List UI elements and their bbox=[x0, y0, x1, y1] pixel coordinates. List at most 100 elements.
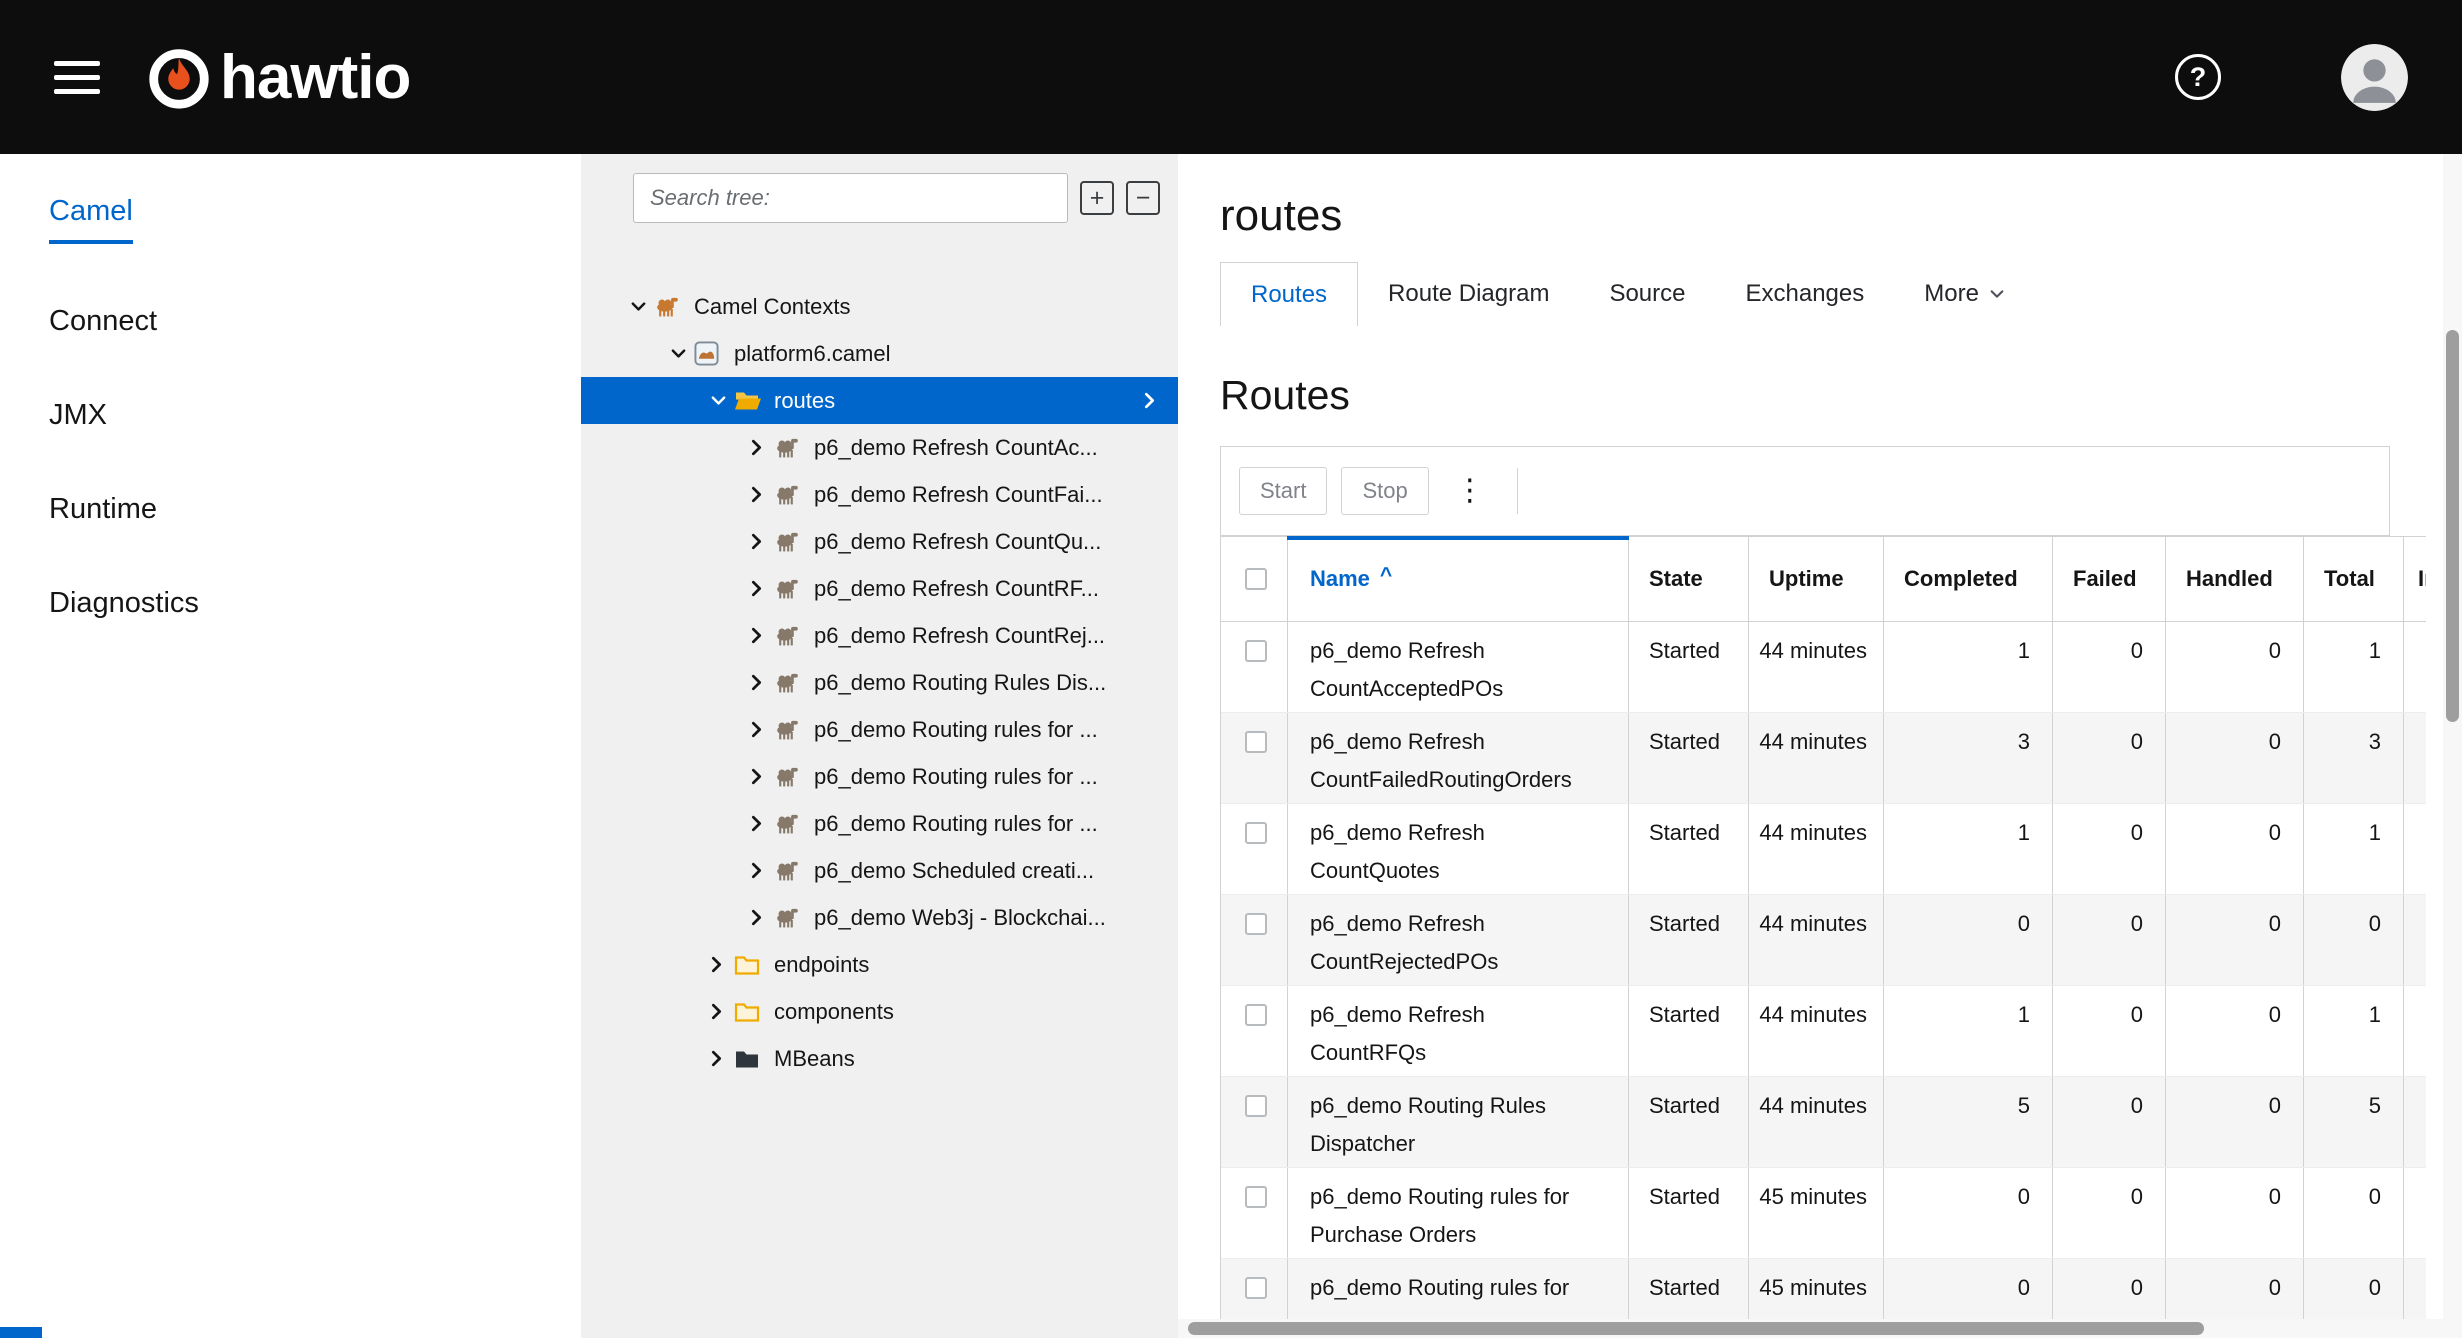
table-row[interactable]: p6_demo Refresh CountRejectedPOs Started… bbox=[1221, 895, 2426, 986]
sidebar-item-camel[interactable]: Camel bbox=[49, 194, 133, 244]
tab-more[interactable]: More bbox=[1894, 262, 2035, 326]
chevron-right-icon[interactable] bbox=[750, 720, 774, 739]
tree-node[interactable]: components bbox=[581, 988, 1178, 1035]
row-checkbox[interactable] bbox=[1245, 731, 1267, 753]
bottom-left-accent bbox=[0, 1327, 42, 1338]
row-checkbox[interactable] bbox=[1245, 913, 1267, 935]
tab-exchanges[interactable]: Exchanges bbox=[1716, 262, 1895, 326]
chevron-right-icon[interactable] bbox=[750, 438, 774, 457]
column-header-name[interactable]: Name^ bbox=[1288, 537, 1629, 621]
column-header-handled[interactable]: Handled bbox=[2166, 537, 2304, 621]
tree-node[interactable]: p6_demo Refresh CountRF... bbox=[581, 565, 1178, 612]
tree-node[interactable]: p6_demo Refresh CountFai... bbox=[581, 471, 1178, 518]
tree-node[interactable]: p6_demo Web3j - Blockchai... bbox=[581, 894, 1178, 941]
row-checkbox[interactable] bbox=[1245, 822, 1267, 844]
tree-node-label: p6_demo Refresh CountQu... bbox=[814, 529, 1101, 555]
chevron-right-icon[interactable] bbox=[750, 532, 774, 551]
chevron-right-icon[interactable] bbox=[710, 1049, 734, 1068]
cell-failed: 0 bbox=[2053, 804, 2166, 894]
cell-checkbox bbox=[1221, 895, 1288, 985]
tree-node[interactable]: p6_demo Routing rules for ... bbox=[581, 753, 1178, 800]
column-header-uptime[interactable]: Uptime bbox=[1749, 537, 1884, 621]
sidebar-item-connect[interactable]: Connect bbox=[49, 304, 157, 338]
chevron-right-icon[interactable] bbox=[710, 1002, 734, 1021]
app-logo[interactable]: hawtio bbox=[144, 42, 410, 113]
tree-node[interactable]: endpoints bbox=[581, 941, 1178, 988]
row-checkbox[interactable] bbox=[1245, 640, 1267, 662]
table-row[interactable]: p6_demo Refresh CountAcceptedPOs Started… bbox=[1221, 622, 2426, 713]
table-row[interactable]: p6_demo Routing rules for Purchase Order… bbox=[1221, 1168, 2426, 1259]
sidebar-item-diagnostics[interactable]: Diagnostics bbox=[49, 586, 199, 620]
vertical-scrollbar[interactable] bbox=[2443, 154, 2462, 1338]
tree-node[interactable]: p6_demo Routing Rules Dis... bbox=[581, 659, 1178, 706]
horizontal-scrollbar-thumb[interactable] bbox=[1188, 1322, 2204, 1335]
table-row[interactable]: p6_demo Routing rules for Started 45 min… bbox=[1221, 1259, 2426, 1322]
folder-open-icon bbox=[734, 389, 768, 412]
column-header-failed[interactable]: Failed bbox=[2053, 537, 2166, 621]
chevron-down-icon[interactable] bbox=[630, 300, 654, 313]
kebab-menu-button[interactable]: ⋮ bbox=[1443, 476, 1497, 506]
chevron-right-icon[interactable] bbox=[750, 908, 774, 927]
column-header-completed[interactable]: Completed bbox=[1884, 537, 2053, 621]
route-icon bbox=[774, 483, 808, 506]
start-button[interactable]: Start bbox=[1239, 467, 1327, 515]
chevron-right-icon[interactable] bbox=[750, 485, 774, 504]
search-tree-input[interactable] bbox=[633, 173, 1068, 223]
cell-total: 1 bbox=[2304, 622, 2404, 712]
tree-node[interactable]: Camel Contexts bbox=[581, 283, 1178, 330]
tree-node[interactable]: p6_demo Refresh CountRej... bbox=[581, 612, 1178, 659]
row-checkbox[interactable] bbox=[1245, 1277, 1267, 1299]
cell-total: 0 bbox=[2304, 1168, 2404, 1258]
tree-node[interactable]: p6_demo Refresh CountAc... bbox=[581, 424, 1178, 471]
column-header-total[interactable]: Total bbox=[2304, 537, 2404, 621]
table-row[interactable]: p6_demo Refresh CountQuotes Started 44 m… bbox=[1221, 804, 2426, 895]
cell-state: Started bbox=[1629, 1259, 1749, 1322]
row-checkbox[interactable] bbox=[1245, 1004, 1267, 1026]
tab-routes[interactable]: Routes bbox=[1220, 262, 1358, 326]
help-icon[interactable]: ? bbox=[2175, 54, 2221, 100]
chevron-right-icon[interactable] bbox=[750, 626, 774, 645]
tree-node-label: p6_demo Refresh CountRej... bbox=[814, 623, 1105, 649]
chevron-down-icon[interactable] bbox=[710, 394, 734, 407]
tree-node[interactable]: routes bbox=[581, 377, 1178, 424]
column-header-inflight[interactable]: Inflight bbox=[2404, 537, 2426, 621]
cell-name: p6_demo Refresh CountFailedRoutingOrders bbox=[1288, 713, 1629, 803]
chevron-right-icon[interactable] bbox=[750, 814, 774, 833]
table-row[interactable]: p6_demo Routing Rules Dispatcher Started… bbox=[1221, 1077, 2426, 1168]
tree-node[interactable]: MBeans bbox=[581, 1035, 1178, 1082]
tree-node[interactable]: p6_demo Scheduled creati... bbox=[581, 847, 1178, 894]
chevron-right-icon[interactable] bbox=[750, 861, 774, 880]
tree-node[interactable]: p6_demo Refresh CountQu... bbox=[581, 518, 1178, 565]
table-row[interactable]: p6_demo Refresh CountFailedRoutingOrders… bbox=[1221, 713, 2426, 804]
chevron-down-icon[interactable] bbox=[670, 347, 694, 360]
sidebar-item-runtime[interactable]: Runtime bbox=[49, 492, 157, 526]
select-all-checkbox[interactable] bbox=[1245, 568, 1267, 590]
tree-node[interactable]: platform6.camel bbox=[581, 330, 1178, 377]
tab-source[interactable]: Source bbox=[1579, 262, 1715, 326]
chevron-right-icon[interactable] bbox=[750, 767, 774, 786]
cell-total: 0 bbox=[2304, 895, 2404, 985]
stop-button[interactable]: Stop bbox=[1341, 467, 1428, 515]
chevron-right-icon[interactable] bbox=[750, 579, 774, 598]
collapse-all-button[interactable]: − bbox=[1126, 181, 1160, 215]
tree-node[interactable]: p6_demo Routing rules for ... bbox=[581, 800, 1178, 847]
vertical-scrollbar-thumb[interactable] bbox=[2446, 330, 2459, 722]
table-row[interactable]: p6_demo Refresh CountRFQs Started 44 min… bbox=[1221, 986, 2426, 1077]
chevron-right-icon[interactable] bbox=[750, 673, 774, 692]
row-checkbox[interactable] bbox=[1245, 1095, 1267, 1117]
expand-all-button[interactable]: + bbox=[1080, 181, 1114, 215]
tab-route-diagram[interactable]: Route Diagram bbox=[1358, 262, 1579, 326]
user-avatar[interactable] bbox=[2341, 44, 2408, 111]
tree-node[interactable]: p6_demo Routing rules for ... bbox=[581, 706, 1178, 753]
horizontal-scrollbar[interactable] bbox=[1178, 1319, 2443, 1338]
sidebar-item-jmx[interactable]: JMX bbox=[49, 398, 107, 432]
cell-inflight bbox=[2404, 895, 2426, 985]
column-header-state[interactable]: State bbox=[1629, 537, 1749, 621]
row-checkbox[interactable] bbox=[1245, 1186, 1267, 1208]
menu-toggle-button[interactable] bbox=[54, 61, 100, 94]
cell-uptime: 44 minutes bbox=[1749, 895, 1884, 985]
chevron-right-icon[interactable] bbox=[710, 955, 734, 974]
cell-checkbox bbox=[1221, 1168, 1288, 1258]
route-icon bbox=[774, 671, 808, 694]
cell-inflight bbox=[2404, 1168, 2426, 1258]
